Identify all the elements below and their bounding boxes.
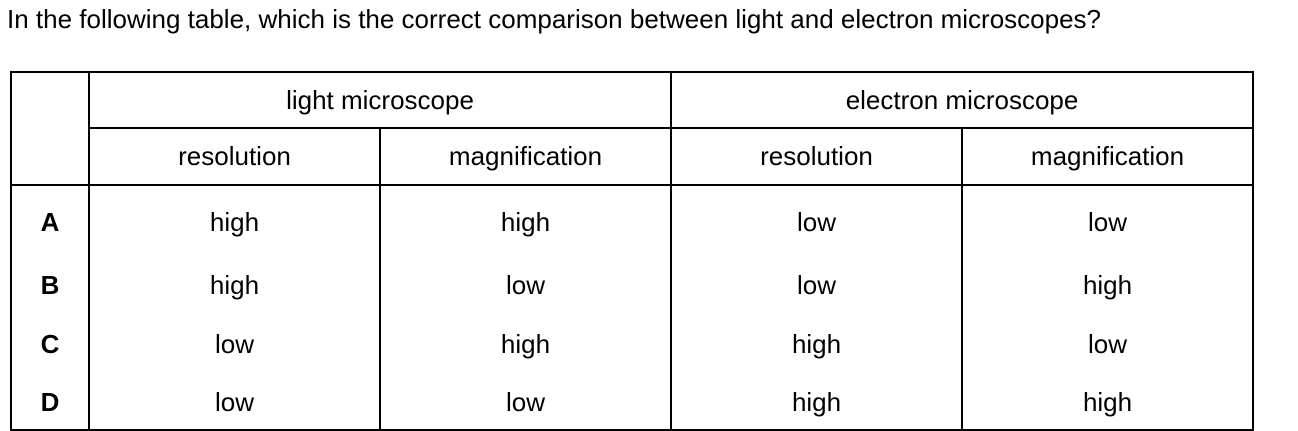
table-cell: low	[88, 375, 380, 430]
table-cell: low	[961, 185, 1254, 257]
electron-magnification-header: magnification	[961, 128, 1254, 186]
table-row: B high low low high	[11, 257, 1254, 313]
table-cell: high	[88, 257, 380, 313]
light-magnification-header: magnification	[378, 128, 672, 186]
table-row: D low low high high	[11, 375, 1254, 430]
table-cell: low	[670, 257, 963, 313]
option-key: D	[40, 386, 60, 417]
question-text: In the following table, which is the cor…	[7, 4, 1102, 34]
table-cell: high	[88, 185, 380, 257]
table-cell: high	[378, 313, 672, 375]
light-resolution-header: resolution	[88, 128, 380, 186]
comparison-table: light microscope electron microscope res…	[10, 71, 1255, 431]
table-cell: low	[961, 313, 1254, 375]
group-header-row: light microscope electron microscope	[11, 72, 1254, 186]
option-key: C	[40, 328, 60, 359]
table-cell: low	[88, 313, 380, 375]
option-key: B	[40, 269, 60, 300]
table-cell: low	[378, 257, 672, 313]
option-key: A	[40, 207, 60, 237]
empty-corner-cell	[11, 72, 89, 186]
sub-header-row: resolution magnification resolution magn…	[11, 128, 1254, 186]
table-row: C low high high low	[11, 313, 1254, 375]
light-microscope-header: light microscope	[87, 72, 672, 129]
table-cell: high	[961, 375, 1254, 430]
table-cell: high	[670, 375, 963, 430]
table-cell: high	[670, 313, 963, 375]
table-row: A high high low low	[11, 185, 1254, 257]
table-cell: low	[378, 375, 672, 430]
table-cell: high	[961, 257, 1254, 313]
table-cell: low	[670, 185, 963, 257]
table-cell: high	[378, 185, 672, 257]
electron-microscope-header: electron microscope	[670, 72, 1254, 129]
electron-resolution-header: resolution	[670, 128, 963, 186]
